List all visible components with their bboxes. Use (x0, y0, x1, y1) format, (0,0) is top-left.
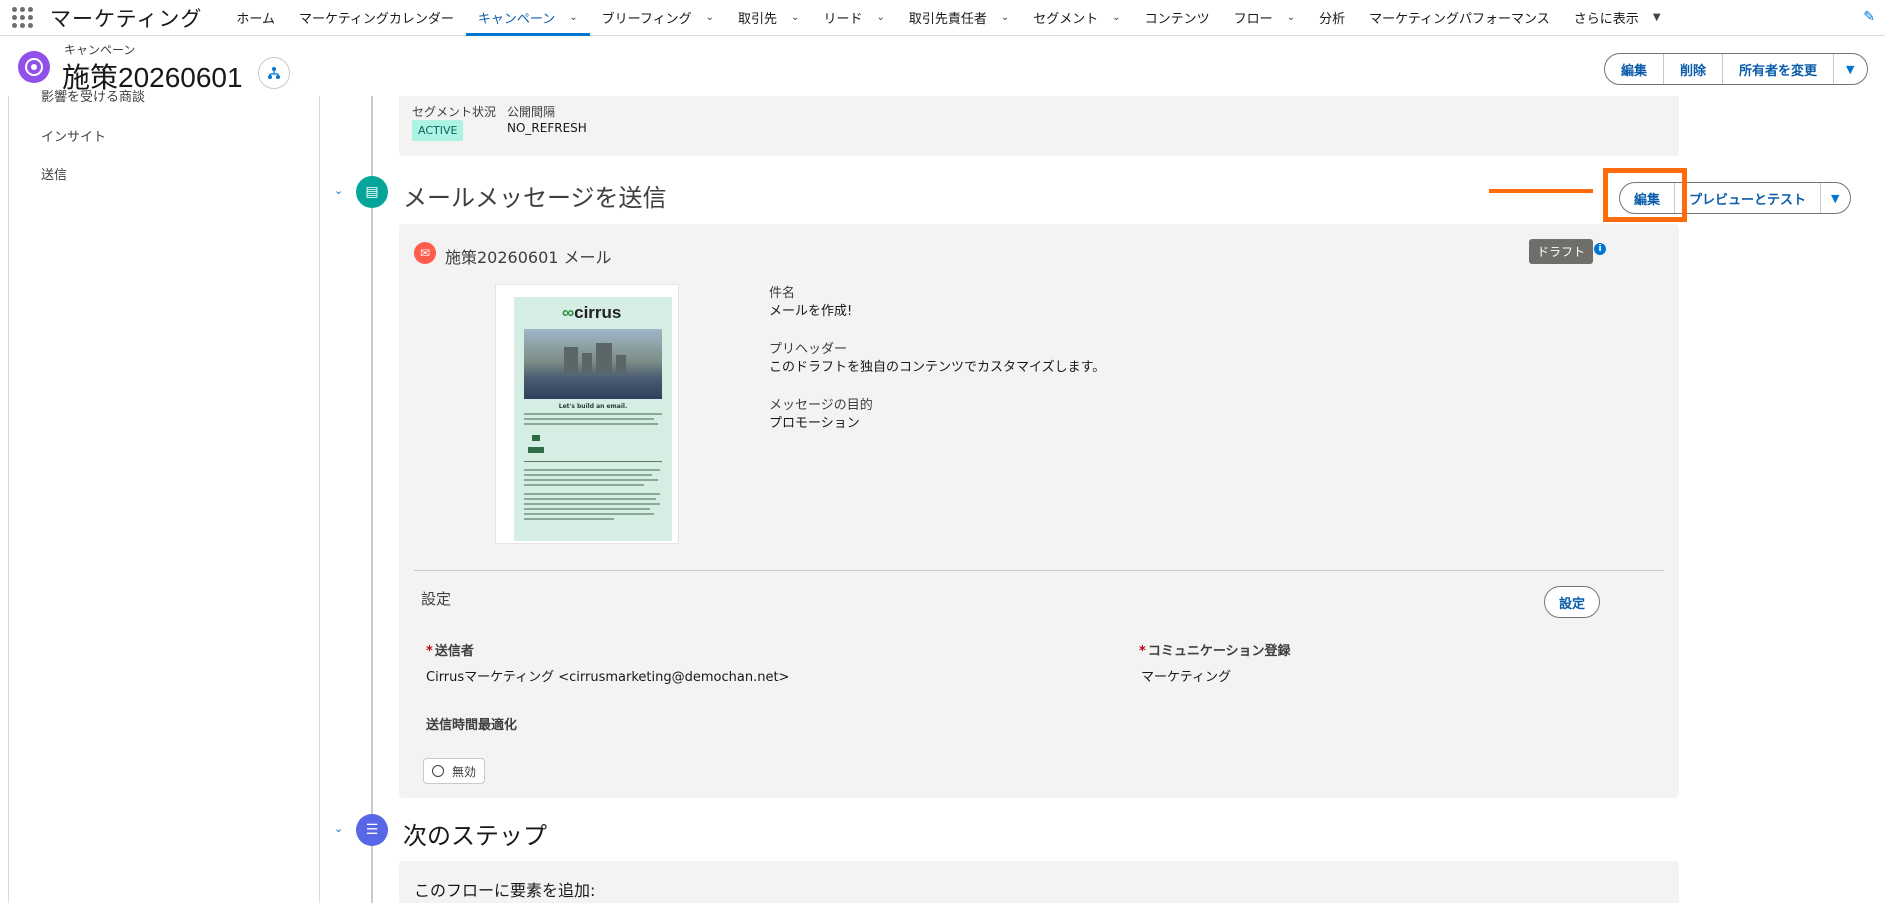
status-badge: ACTIVE (412, 120, 464, 141)
segment-card: セグメント状況 ACTIVE 公開間隔 NO_REFRESH (399, 96, 1679, 156)
email-section-title: メールメッセージを送信 (403, 184, 667, 212)
delete-record-button[interactable]: 削除 (1664, 54, 1724, 84)
edit-nav-pencil-icon[interactable]: ✎ (1863, 9, 1875, 25)
nav-item-label: 取引先責任者 (908, 12, 987, 27)
info-icon[interactable]: i (1594, 243, 1606, 255)
collapse-chevron-icon[interactable]: ⌄ (334, 184, 343, 197)
chevron-down-icon[interactable]: ⌄ (1112, 12, 1120, 23)
nav-items: ホーム マーケティングカレンダー キャンペーン ⌄ ブリーフィング ⌄ 取引先 ⌄ リード ⌄ 取引… (224, 0, 1672, 36)
nav-item-2[interactable]: キャンペーン ⌄ (465, 0, 590, 36)
purpose-value: プロモーション (769, 416, 860, 431)
email-thumbnail[interactable]: ∞cirrus Let's build an email. (495, 284, 679, 544)
settings-divider (414, 570, 1664, 571)
nav-item-3[interactable]: ブリーフィング ⌄ (590, 0, 726, 36)
nav-item-10[interactable]: 分析 (1307, 0, 1357, 36)
nav-item-6[interactable]: 取引先責任者 ⌄ (897, 0, 1021, 36)
nav-item-label: 分析 (1319, 12, 1346, 27)
sidebar-item-send[interactable]: 送信 (41, 164, 67, 183)
nav-item-5[interactable]: リード ⌄ (811, 0, 896, 36)
more-actions-chevron-down-icon[interactable]: ▼ (1834, 54, 1866, 84)
campaign-target-icon (18, 51, 50, 83)
nav-item-label: キャンペーン (477, 12, 556, 27)
nav-item-9[interactable]: フロー ⌄ (1222, 0, 1307, 36)
add-element-card: このフローに要素を追加: (399, 861, 1679, 903)
add-element-label: このフローに要素を追加: (414, 881, 596, 900)
radio-circle-icon (432, 765, 444, 777)
nav-item-4[interactable]: 取引先 ⌄ (726, 0, 811, 36)
nav-item-label: リード (823, 12, 863, 27)
email-message-icon: ▤ (356, 176, 388, 208)
preheader-value: このドラフトを独自のコンテンツでカスタマイズします。 (769, 360, 1106, 375)
settings-title: 設定 (421, 590, 452, 608)
top-navigation: マーケティング ホーム マーケティングカレンダー キャンペーン ⌄ ブリーフィング ⌄ 取引… (0, 0, 1885, 36)
nav-item-label: フロー (1233, 12, 1273, 27)
hierarchy-button[interactable] (258, 57, 290, 89)
nav-item-8[interactable]: コンテンツ (1133, 0, 1222, 36)
next-steps-title: 次のステップ (403, 822, 547, 850)
send-time-label: 送信時間最適化 (426, 718, 518, 733)
chevron-down-icon[interactable]: ⌄ (1001, 12, 1009, 23)
draft-badge: ドラフト (1529, 239, 1594, 264)
cirrus-logo: ∞cirrus (562, 303, 622, 322)
thumbnail-photo (524, 329, 662, 399)
sidebar-item-insights[interactable]: インサイト (41, 126, 106, 145)
left-sidebar: 影響を受ける商談 インサイト 送信 (8, 90, 320, 903)
nav-item-label: さらに表示 (1573, 12, 1639, 27)
publish-interval-label: 公開間隔 (507, 105, 556, 119)
subscription-value: マーケティング (1141, 670, 1231, 685)
nav-item-0[interactable]: ホーム (224, 0, 287, 36)
record-header: キャンペーン 施策20260601 編集 削除 所有者を変更 ▼ (0, 37, 1885, 95)
nav-item-1[interactable]: マーケティングカレンダー (287, 0, 466, 36)
email-name: 施策20260601 メール (445, 248, 612, 267)
edit-button-highlight (1603, 168, 1687, 222)
nav-item-label: コンテンツ (1144, 12, 1210, 27)
app-launcher-icon[interactable] (12, 6, 34, 29)
collapse-chevron-icon[interactable]: ⌄ (334, 822, 343, 835)
chevron-down-icon[interactable]: ⌄ (569, 12, 577, 23)
segment-status-label: セグメント状況 (412, 105, 497, 119)
email-more-chevron-down-icon[interactable]: ▼ (1821, 183, 1849, 213)
flow-canvas: セグメント状況 ACTIVE 公開間隔 NO_REFRESH ⌄ ▤ メールメッ… (321, 96, 1885, 903)
chevron-down-icon[interactable]: ⌄ (791, 12, 799, 23)
timeline-line (371, 96, 373, 903)
nav-item-12[interactable]: さらに表示 ▼ (1562, 0, 1673, 36)
chevron-down-icon[interactable]: ▼ (1653, 12, 1661, 23)
nav-item-label: ホーム (236, 12, 275, 27)
chevron-down-icon[interactable]: ⌄ (706, 12, 714, 23)
chevron-down-icon[interactable]: ⌄ (876, 12, 884, 23)
purpose-label: メッセージの目的 (769, 398, 873, 413)
nav-item-label: 取引先 (738, 12, 778, 27)
sender-value: Cirrusマーケティング <cirrusmarketing@demochan.… (426, 670, 790, 685)
settings-button[interactable]: 設定 (1544, 586, 1601, 618)
nav-item-7[interactable]: セグメント ⌄ (1021, 0, 1132, 36)
subject-label: 件名 (769, 286, 796, 301)
preview-test-button[interactable]: プレビューとテスト (1675, 183, 1822, 213)
change-owner-button[interactable]: 所有者を変更 (1723, 54, 1835, 84)
email-card: ✉ 施策20260601 メール ドラフト i ∞cirrus Let's bu… (399, 224, 1679, 798)
next-steps-list-icon: ☰ (356, 814, 388, 846)
thumbnail-headline: Let's build an email. (558, 403, 628, 410)
send-time-toggle[interactable]: 無効 (423, 758, 486, 784)
app-name: マーケティング (50, 6, 203, 31)
record-actions: 編集 削除 所有者を変更 ▼ (1604, 53, 1868, 85)
subscription-label: * コミュニケーション登録 (1139, 644, 1291, 659)
envelope-icon: ✉ (414, 242, 436, 264)
hierarchy-icon (268, 67, 280, 79)
publish-interval-value: NO_REFRESH (507, 121, 587, 135)
annotation-arrow (1489, 189, 1593, 193)
chevron-down-icon[interactable]: ⌄ (1287, 12, 1295, 23)
nav-item-label: マーケティングパフォーマンス (1369, 12, 1550, 27)
edit-record-button[interactable]: 編集 (1605, 54, 1665, 84)
subject-value: メールを作成! (769, 304, 853, 319)
nav-item-label: マーケティングカレンダー (298, 12, 454, 27)
sender-label: * 送信者 (426, 644, 474, 659)
nav-item-label: ブリーフィング (601, 12, 692, 27)
sidebar-item-opportunities[interactable]: 影響を受ける商談 (41, 86, 145, 105)
nav-item-11[interactable]: マーケティングパフォーマンス (1357, 0, 1562, 36)
nav-item-label: セグメント (1033, 12, 1099, 27)
send-time-value: 無効 (452, 764, 477, 779)
preheader-label: プリヘッダー (769, 342, 848, 357)
